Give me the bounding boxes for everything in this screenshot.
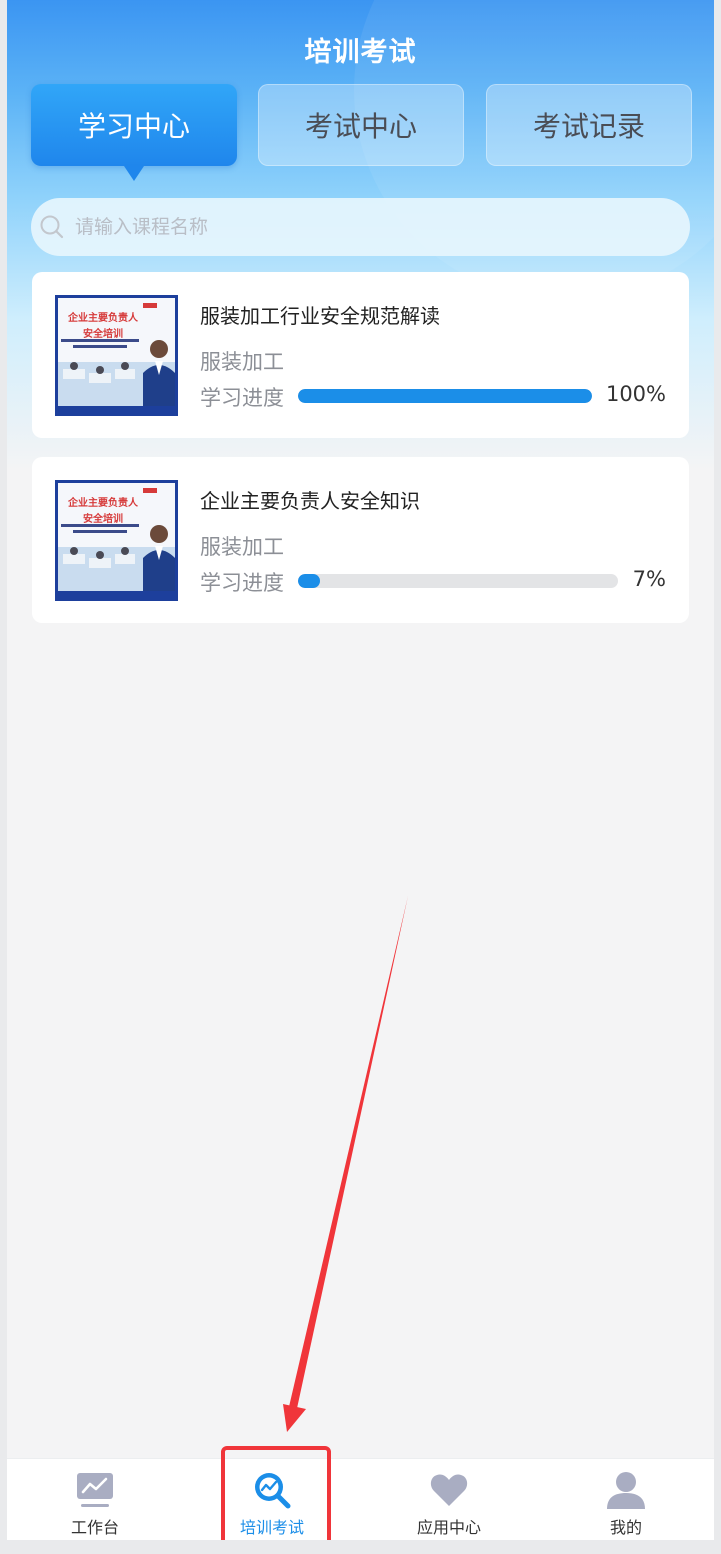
progress-percent: 7% xyxy=(632,567,666,591)
course-title: 企业主要负责人安全知识 xyxy=(200,489,420,513)
bottom-tab-bar: 工作台 培训考试 应用中心 我的 xyxy=(7,1458,714,1540)
tabbar-item-app-center[interactable]: 应用中心 xyxy=(361,1459,537,1540)
tabbar-item-training-exam[interactable]: 培训考试 xyxy=(184,1459,360,1540)
search-input[interactable] xyxy=(75,216,635,238)
course-card[interactable]: 企业主要负责人 安全培训 服装加工行业安全规范解读 服装加工 学习进度 100% xyxy=(32,272,689,438)
tabbar-label: 培训考试 xyxy=(239,1518,304,1537)
app-screen: 培训考试 学习中心 考试中心 考试记录 请输入课程名称 企业主要负责人 安全培训… xyxy=(7,0,714,1540)
progress-bar-fill xyxy=(298,389,592,403)
heart-icon xyxy=(430,1474,468,1506)
training-search-icon xyxy=(255,1473,291,1509)
workbench-chart-icon xyxy=(77,1473,113,1507)
tabbar-label: 工作台 xyxy=(70,1518,119,1537)
tabbar-item-mine[interactable]: 我的 xyxy=(538,1459,714,1540)
tabbar-label: 应用中心 xyxy=(416,1518,481,1537)
progress-bar-fill xyxy=(298,574,321,588)
course-card[interactable]: 企业主要负责人 安全培训 企业主要负责人安全知识 服装加工 学习进度 7% xyxy=(32,457,689,623)
course-thumbnail: 企业主要负责人 安全培训 xyxy=(55,480,178,601)
tab-label: 学习中心 xyxy=(77,110,190,143)
thumbnail-line2: 安全培训 xyxy=(83,514,123,525)
progress-label: 学习进度 xyxy=(200,571,284,595)
course-title: 服装加工行业安全规范解读 xyxy=(200,304,440,328)
page-title: 培训考试 xyxy=(304,37,417,68)
course-thumbnail: 企业主要负责人 安全培训 xyxy=(55,295,178,416)
progress-label: 学习进度 xyxy=(200,386,284,410)
thumbnail-line2: 安全培训 xyxy=(83,329,123,340)
course-category: 服装加工 xyxy=(200,535,284,559)
thumbnail-line1: 企业主要负责人 xyxy=(68,313,138,324)
tab-label: 考试中心 xyxy=(304,110,417,143)
thumbnail-line1: 企业主要负责人 xyxy=(68,498,138,509)
tabbar-label: 我的 xyxy=(609,1518,642,1537)
course-category: 服装加工 xyxy=(200,350,284,374)
progress-percent: 100% xyxy=(605,382,666,406)
search-bar[interactable] xyxy=(31,198,690,256)
progress-bar xyxy=(298,389,592,403)
search-icon xyxy=(40,215,64,239)
tabbar-item-workbench[interactable]: 工作台 xyxy=(7,1459,183,1540)
tab-exam-center[interactable]: 考试中心 xyxy=(258,84,464,166)
progress-bar xyxy=(298,574,618,588)
tab-label: 考试记录 xyxy=(532,110,645,143)
tab-study-center[interactable]: 学习中心 xyxy=(31,84,237,181)
tab-exam-records[interactable]: 考试记录 xyxy=(486,84,692,166)
user-icon xyxy=(607,1472,645,1509)
